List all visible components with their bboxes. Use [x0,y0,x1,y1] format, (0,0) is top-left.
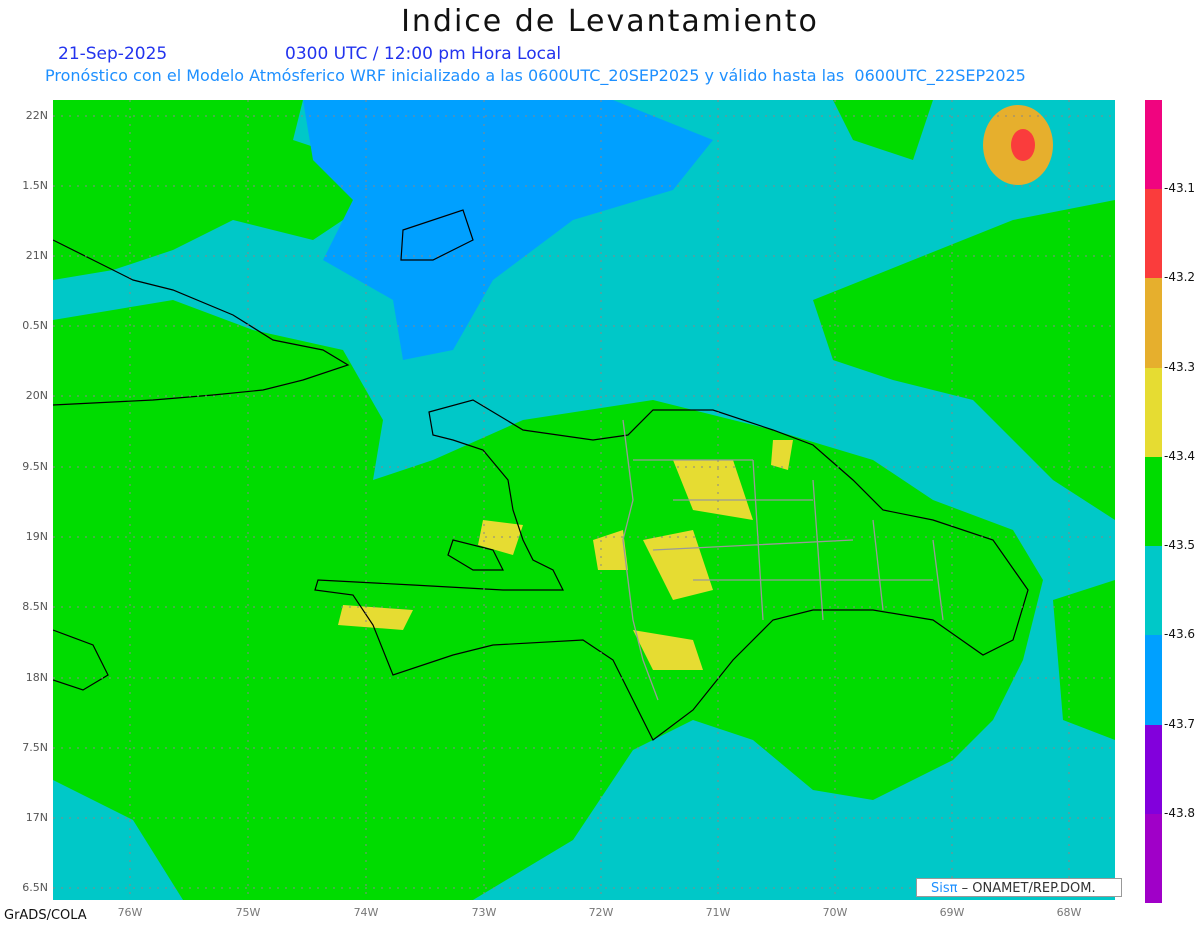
lon-label: 72W [588,906,614,919]
lat-label: 22N [25,109,48,122]
colorbar-swatch [1145,546,1162,636]
colorbar-label: -43.4 [1164,448,1196,463]
lifted-index-map [53,100,1115,900]
colorbar-swatch [1145,635,1162,725]
lat-label: 6.5N [22,881,48,894]
lat-label: 18N [25,671,48,684]
model-subtitle: Pronóstico con el Modelo Atmósferico WRF… [45,66,1026,85]
colorbar-swatch [1145,724,1162,814]
forecast-time: 0300 UTC / 12:00 pm Hora Local [285,44,562,64]
colorbar-swatch [1145,367,1162,457]
lat-label: 0.5N [22,319,48,332]
lon-label: 69W [939,906,965,919]
lat-label: 1.5N [22,179,48,192]
lat-label: 8.5N [22,600,48,613]
logo-brand: Sisπ [931,881,958,896]
onamet-logo: Sisπ – ONAMET/REP.DOM. [916,878,1122,897]
lon-label: 71W [705,906,731,919]
lon-label: 68W [1056,906,1082,919]
colorbar-label: -43.6 [1164,627,1196,642]
lon-label: 75W [235,906,261,919]
lon-label: 74W [353,906,379,919]
lat-label: 9.5N [22,460,48,473]
colorbar-label: -43.1 [1164,181,1196,196]
colorbar-label: -43.8 [1164,805,1196,820]
colorbar-label: -43.5 [1164,538,1196,553]
lon-label: 73W [471,906,497,919]
colorbar-swatch [1145,813,1162,903]
lat-label: 17N [25,811,48,824]
colorbar-swatch [1145,456,1162,547]
colorbar-label: -43.2 [1164,270,1196,285]
colorbar-label: -43.7 [1164,716,1196,731]
map-title: Indice de Levantamiento [401,4,819,39]
colorbar-swatch [1145,189,1162,279]
logo-text: – ONAMET/REP.DOM. [957,881,1096,896]
lat-label: 19N [25,530,48,543]
lat-label: 20N [25,389,48,402]
lon-label: 70W [822,906,848,919]
colorbar-swatch [1145,100,1162,190]
colorbar-swatch [1145,278,1162,368]
lat-label: 7.5N [22,741,48,754]
lon-label: 76W [117,906,143,919]
lat-label: 21N [25,249,48,262]
colorbar-label: -43.3 [1164,359,1196,374]
grads-credit: GrADS/COLA [4,908,87,923]
forecast-date: 21-Sep-2025 [58,44,168,64]
